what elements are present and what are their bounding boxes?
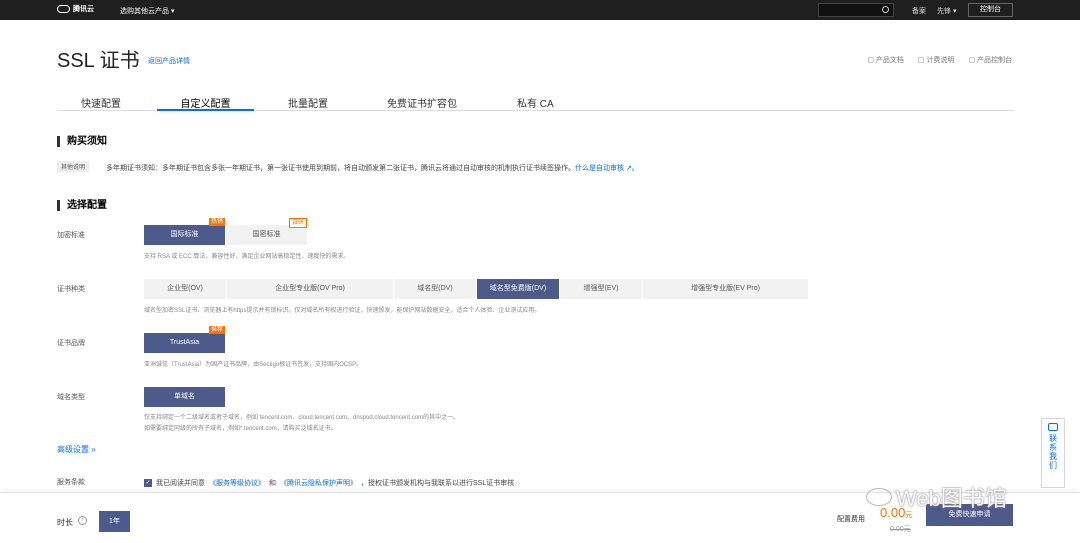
- tab-quick[interactable]: 快速配置: [81, 95, 121, 111]
- self-developed-badge: 自研: [288, 218, 307, 228]
- doc-link[interactable]: 产品文档: [867, 55, 904, 65]
- config-title: 选择配置: [57, 200, 107, 211]
- recommend-badge: 推荐: [208, 326, 225, 334]
- tab-batch[interactable]: 批量配置: [288, 95, 328, 111]
- cert-type-hint: 域名型加密SSL证书、浏览器上有https提示并有锁标识。仅对域名所有权进行验证…: [144, 308, 541, 314]
- hot-badge: 热销: [208, 218, 225, 226]
- console-button[interactable]: 控制台: [968, 3, 1013, 17]
- cert-type-label: 证书种类: [57, 286, 85, 293]
- terms-agreement: ✓ 我已阅读并同意 《服务等级协议》和《腾讯云隐私保护声明》 ，授权证书颁发机构与我…: [144, 478, 515, 488]
- option-ov-pro[interactable]: 企业型专业版(OV Pro): [227, 279, 394, 299]
- brand-label: 证书品牌: [57, 340, 85, 347]
- page-title: SSL 证书: [57, 50, 140, 72]
- sla-link[interactable]: 《服务等级协议》: [209, 478, 265, 488]
- option-dv-free[interactable]: 域名型免费版(DV): [477, 279, 560, 299]
- advanced-settings-toggle[interactable]: 高级设置 »: [57, 444, 96, 455]
- domain-type-hint-2: 如需要绑定同级的所有子域名，例如*.tencent.com，请购买泛域名证书。: [144, 426, 337, 432]
- option-ev-pro[interactable]: 增强型专业版(EV Pro): [643, 279, 809, 299]
- config-tabs: 快速配置 自定义配置 批量配置 免费证书扩容包 私有 CA: [57, 95, 1014, 111]
- cert-type-options: 企业型(OV) 企业型专业版(OV Pro) 域名型(DV) 域名型免费版(DV…: [144, 279, 809, 299]
- chat-icon: [1048, 423, 1058, 431]
- domain-type-hint-1: 仅支持绑定一个二级域名或者子域名，例如 tencent.com、cloud.te…: [144, 415, 460, 421]
- console-link[interactable]: 产品控制台: [968, 55, 1012, 65]
- domain-type-options: 单域名: [144, 387, 226, 407]
- brand-options: TrustAsia 推荐: [144, 326, 226, 353]
- info-icon[interactable]: i: [78, 516, 87, 525]
- search-input[interactable]: [818, 3, 894, 17]
- chevron-down-icon: »: [91, 445, 96, 454]
- original-price: 0.00元: [890, 526, 911, 533]
- other-note-tag: 其他说明: [57, 161, 90, 172]
- contact-us-widget[interactable]: 联系我们: [1041, 418, 1065, 488]
- back-to-product-link[interactable]: 返回产品详情: [148, 56, 190, 66]
- purchase-notice-title: 购买须知: [57, 136, 107, 147]
- privacy-link[interactable]: 《腾讯云隐私保护声明》: [280, 478, 357, 488]
- agree-checkbox[interactable]: ✓: [144, 479, 152, 487]
- option-dv[interactable]: 域名型(DV): [394, 279, 477, 299]
- brand-name: 腾讯云: [73, 6, 94, 13]
- tab-free-expand[interactable]: 免费证书扩容包: [387, 95, 457, 111]
- product-menu[interactable]: 选购其他云产品 ▾: [120, 6, 174, 16]
- encryption-hint: 支持 RSA 或 ECC 算法，兼容性好，满足企业网站高稳定性、速度快的需求。: [144, 254, 350, 260]
- terms-label: 服务条款: [57, 479, 85, 486]
- option-intl-standard[interactable]: 国际标准 热销: [144, 218, 226, 245]
- wechat-icon: [866, 488, 892, 506]
- option-ev[interactable]: 增强型(EV): [560, 279, 643, 299]
- billing-link[interactable]: 计费说明: [918, 55, 954, 65]
- encryption-options: 国际标准 热销 国密标准 自研: [144, 218, 308, 245]
- option-ov[interactable]: 企业型(OV): [144, 279, 227, 299]
- auto-review-link[interactable]: 什么是自动审核: [575, 165, 624, 172]
- fee-label: 配置费用: [837, 516, 865, 523]
- header-links: 产品文档 计费说明 产品控制台: [867, 55, 1012, 65]
- contact-label: 联系我们: [1048, 434, 1058, 470]
- search-icon[interactable]: [882, 6, 889, 13]
- brand-hint: 亚洲诚信（TrustAsia）为国产证书品牌，由Sectigo根证书签发，支持国…: [144, 362, 363, 368]
- tab-private-ca[interactable]: 私有 CA: [517, 95, 554, 111]
- domain-type-label: 域名类型: [57, 394, 85, 401]
- option-single-domain[interactable]: 单域名: [144, 387, 226, 407]
- encryption-label: 加密标准: [57, 232, 85, 239]
- brand-logo[interactable]: 腾讯云: [57, 4, 94, 14]
- option-sm-standard[interactable]: 国密标准 自研: [226, 218, 308, 245]
- cloud-logo-icon: [57, 5, 70, 13]
- notice-text: 多年期证书须知：多年期证书包含多张一年期证书，第一张证书使用到期前，将自动颁发第…: [106, 165, 639, 172]
- duration-1-year-button[interactable]: 1年: [99, 511, 130, 532]
- top-navbar: 腾讯云 选购其他云产品 ▾ 备案 先锋 ▾ 控制台: [0, 0, 1080, 20]
- tab-custom[interactable]: 自定义配置: [157, 95, 254, 111]
- option-trustasia[interactable]: TrustAsia 推荐: [144, 326, 226, 353]
- watermark: Web图书馆: [866, 481, 1007, 513]
- duration-label: 时长: [57, 518, 73, 527]
- beian-link[interactable]: 备案: [912, 6, 926, 16]
- user-menu[interactable]: 先锋 ▾: [937, 6, 956, 16]
